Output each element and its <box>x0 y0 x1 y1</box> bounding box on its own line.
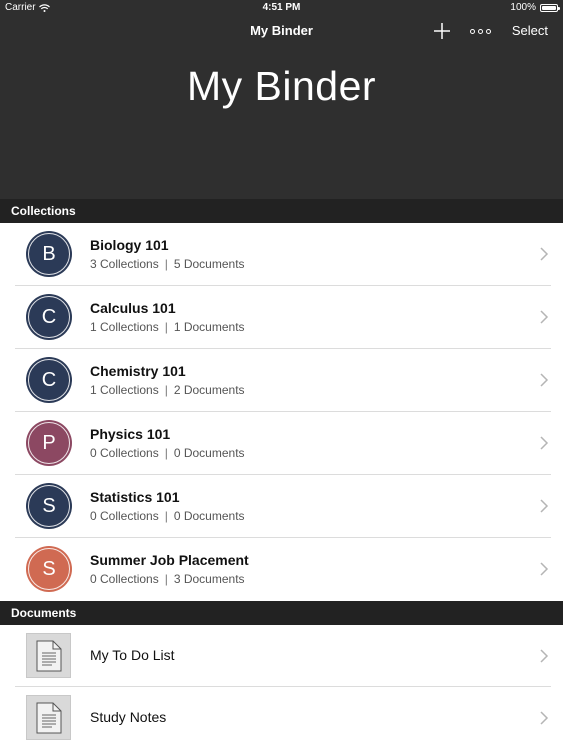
collection-row-biology-101[interactable]: B Biology 101 3 Collections | 5 Documents <box>0 223 563 286</box>
page-title: My Binder <box>186 63 377 109</box>
collection-meta: 0 Collections | 3 Documents <box>90 572 245 586</box>
select-button[interactable]: Select <box>512 23 548 38</box>
collection-row-summer-job-placement[interactable]: S Summer Job Placement 0 Collections | 3 D… <box>0 538 563 601</box>
collection-meta: 0 Collections | 0 Documents <box>90 446 245 460</box>
collection-count: 1 Collections <box>90 383 159 397</box>
document-title: Study Notes <box>90 709 167 725</box>
status-bar: Carrier 4:51 PM 100% <box>0 0 563 16</box>
collection-row-statistics-101[interactable]: S Statistics 101 0 Collections | 0 Documen… <box>0 475 563 538</box>
document-count: 3 Documents <box>173 572 245 586</box>
avatar-letter: S <box>42 557 56 580</box>
document-count: 0 Documents <box>173 446 245 460</box>
collection-meta: 3 Collections | 5 Documents <box>90 257 245 271</box>
binder-hero: My Binder <box>0 46 563 199</box>
collection-count: 0 Collections <box>90 572 159 586</box>
avatar-letter: S <box>42 494 56 517</box>
collection-row-physics-101[interactable]: P Physics 101 0 Collections | 0 Documents <box>0 412 563 475</box>
collection-meta: 1 Collections | 1 Documents <box>90 320 245 334</box>
document-count: 1 Documents <box>173 320 245 334</box>
collection-title: Statistics 101 <box>90 489 180 505</box>
more-dots-icon[interactable] <box>470 27 492 35</box>
document-row-study-notes[interactable]: Study Notes <box>0 687 563 749</box>
collection-count: 1 Collections <box>90 320 159 334</box>
collection-avatar: S <box>26 483 72 529</box>
avatar-letter: C <box>41 305 57 328</box>
chevron-right-icon <box>540 310 549 324</box>
battery-icon <box>540 3 560 12</box>
chevron-right-icon <box>540 711 549 725</box>
chevron-right-icon <box>540 436 549 450</box>
collection-avatar: P <box>26 420 72 466</box>
document-icon <box>26 695 71 740</box>
avatar-letter: C <box>41 368 57 391</box>
document-icon <box>26 633 71 678</box>
collection-avatar: B <box>26 231 72 277</box>
collection-row-chemistry-101[interactable]: C Chemistry 101 1 Collections | 2 Document… <box>0 349 563 412</box>
collection-title: Chemistry 101 <box>90 363 186 379</box>
chevron-right-icon <box>540 649 549 663</box>
chevron-right-icon <box>540 373 549 387</box>
collection-title: Biology 101 <box>90 237 169 253</box>
document-title: My To Do List <box>90 647 175 663</box>
chevron-right-icon <box>540 247 549 261</box>
avatar-letter: P <box>42 431 56 454</box>
collection-avatar: C <box>26 357 72 403</box>
collection-title: Physics 101 <box>90 426 171 442</box>
battery-indicator: 100% <box>510 2 560 13</box>
collection-meta: 1 Collections | 2 Documents <box>90 383 245 397</box>
status-time: 4:51 PM <box>262 2 301 13</box>
collection-meta: 0 Collections | 0 Documents <box>90 509 245 523</box>
navigation-bar: My Binder Select <box>0 16 563 46</box>
collection-count: 0 Collections <box>90 509 159 523</box>
chevron-right-icon <box>540 499 549 513</box>
collection-avatar: S <box>26 546 72 592</box>
collection-title: Summer Job Placement <box>90 552 249 568</box>
document-count: 2 Documents <box>173 383 245 397</box>
chevron-right-icon <box>540 562 549 576</box>
documents-section-header: Documents <box>0 601 563 625</box>
document-count: 5 Documents <box>173 257 245 271</box>
collection-avatar: C <box>26 294 72 340</box>
battery-percent: 100% <box>510 2 536 13</box>
plus-icon[interactable] <box>433 22 451 40</box>
collection-count: 3 Collections <box>90 257 159 271</box>
avatar-letter: B <box>42 242 56 265</box>
collection-row-calculus-101[interactable]: C Calculus 101 1 Collections | 1 Documents <box>0 286 563 349</box>
document-row-my-to-do-list[interactable]: My To Do List <box>0 625 563 687</box>
collections-section-header: Collections <box>0 199 563 223</box>
document-count: 0 Documents <box>173 509 245 523</box>
collection-count: 0 Collections <box>90 446 159 460</box>
collection-title: Calculus 101 <box>90 300 176 316</box>
